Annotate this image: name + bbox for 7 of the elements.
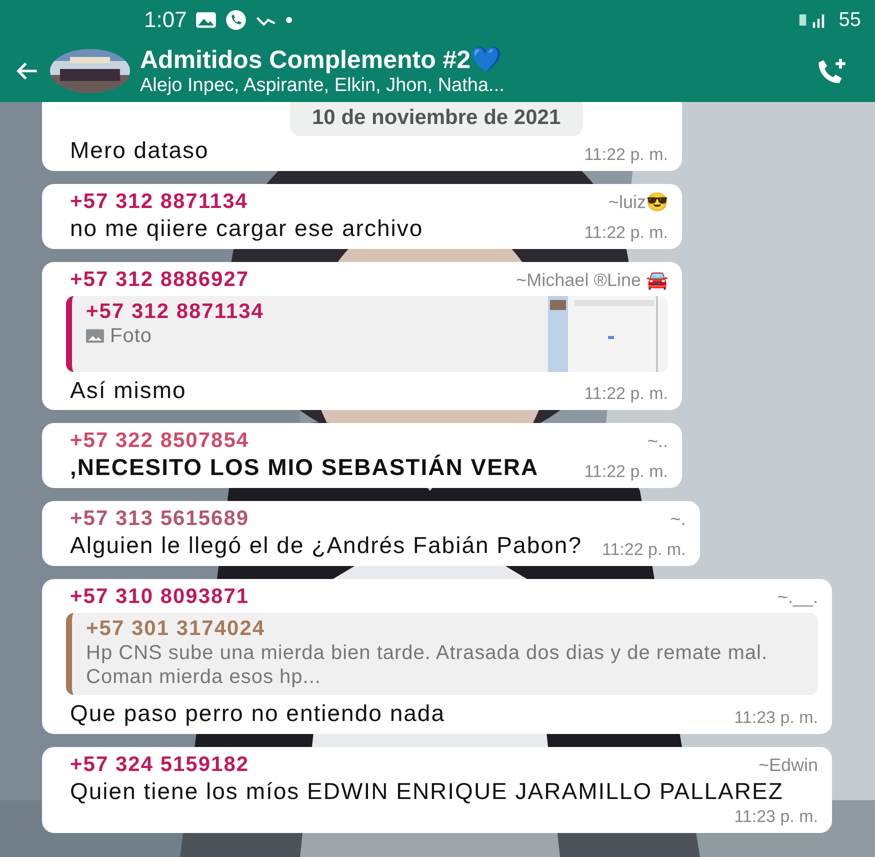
phone-icon bbox=[224, 9, 247, 31]
dot-icon bbox=[284, 16, 293, 24]
image-icon bbox=[194, 11, 217, 29]
participants-list[interactable]: Alejo Inpec, Aspirante, Elkin, Jhon, Natha... bbox=[140, 75, 805, 97]
battery-level: 55 bbox=[838, 8, 861, 32]
status-time: 1:07 bbox=[144, 7, 187, 33]
chat-title[interactable]: Admitidos Complemento #2💙 bbox=[140, 45, 805, 75]
